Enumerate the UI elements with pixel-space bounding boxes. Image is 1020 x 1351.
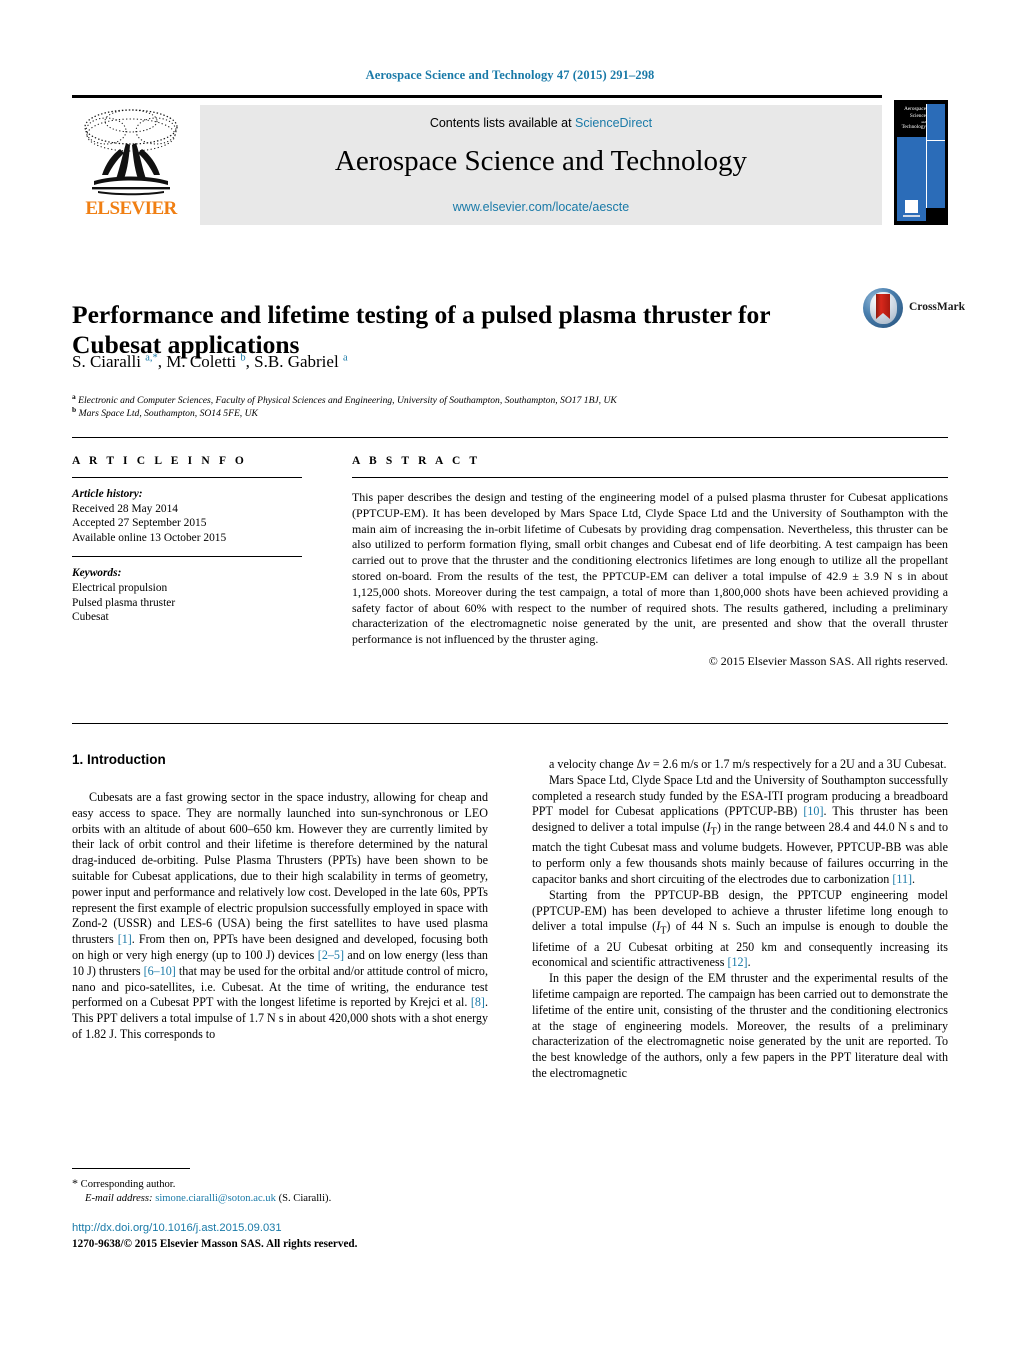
abstract-text: This paper describes the design and test… bbox=[352, 490, 948, 647]
abstract-copyright: © 2015 Elsevier Masson SAS. All rights r… bbox=[708, 653, 948, 668]
masthead-top-rule bbox=[72, 95, 882, 98]
paragraph: Cubesats are a fast growing sector in th… bbox=[72, 790, 488, 1041]
email-link[interactable]: simone.ciaralli@soton.ac.uk bbox=[155, 1193, 276, 1204]
abstract-heading: A B S T R A C T bbox=[352, 455, 481, 467]
band-top-rule bbox=[72, 437, 948, 438]
affiliation-b-text: Mars Space Ltd, Southampton, SO14 5FE, U… bbox=[78, 408, 258, 420]
article-info-separator bbox=[72, 556, 302, 558]
contents-available-line: Contents lists available at ScienceDirec… bbox=[200, 116, 882, 130]
footnote-block: * Corresponding author. E-mail address: … bbox=[72, 1176, 492, 1206]
author-list: S. Ciaralli a,*, M. Coletti b, S.B. Gabr… bbox=[72, 352, 348, 371]
crossmark-circle-icon bbox=[863, 288, 903, 328]
elsevier-logo: ELSEVIER bbox=[72, 105, 190, 225]
article-info-column: A R T I C L E I N F O Article history: R… bbox=[72, 455, 302, 625]
cover-inner: Aerospace Science and Technology bbox=[897, 104, 945, 221]
running-head: Aerospace Science and Technology 47 (201… bbox=[365, 68, 655, 82]
email-note: E-mail address: simone.ciaralli@soton.ac… bbox=[72, 1192, 492, 1206]
journal-masthead: ELSEVIER Contents lists available at Sci… bbox=[72, 95, 948, 230]
sciencedirect-link[interactable]: ScienceDirect bbox=[575, 116, 652, 130]
keywords-group: Keywords: Electrical propulsion Pulsed p… bbox=[72, 566, 302, 624]
journal-cover-thumbnail: Aerospace Science and Technology bbox=[894, 100, 948, 225]
band-bottom-rule bbox=[72, 723, 948, 724]
cover-bottom-block bbox=[926, 208, 945, 221]
journal-title: Aerospace Science and Technology bbox=[334, 145, 748, 177]
history-item: Available online 13 October 2015 bbox=[72, 531, 227, 544]
asterisk-icon: * bbox=[72, 1176, 78, 1190]
body-column-left: Cubesats are a fast growing sector in th… bbox=[72, 790, 488, 1043]
affiliation-marker-a: a bbox=[72, 392, 76, 401]
doi-link[interactable]: http://dx.doi.org/10.1016/j.ast.2015.09.… bbox=[72, 1222, 282, 1234]
keywords-label: Keywords: bbox=[72, 567, 122, 580]
cover-divider-vertical bbox=[926, 104, 928, 221]
elsevier-tree-icon bbox=[84, 109, 178, 196]
contents-prefix: Contents lists available at bbox=[429, 116, 572, 130]
abstract-rule bbox=[352, 477, 948, 478]
cover-logo-base bbox=[903, 215, 920, 217]
body-column-right: a velocity change Δv = 2.6 m/s or 1.7 m/… bbox=[532, 757, 948, 1082]
corresponding-author-text: Corresponding author. bbox=[80, 1179, 176, 1190]
corresponding-author-note: * Corresponding author. bbox=[72, 1176, 492, 1192]
section-heading-introduction: 1. Introduction bbox=[72, 752, 166, 767]
keyword-item: Pulsed plasma thruster bbox=[72, 596, 176, 609]
abstract-column: A B S T R A C T This paper describes the… bbox=[352, 455, 948, 669]
paragraph: a velocity change Δv = 2.6 m/s or 1.7 m/… bbox=[549, 757, 947, 771]
email-label: E-mail address: bbox=[85, 1193, 153, 1204]
paragraph: Mars Space Ltd, Clyde Space Ltd and the … bbox=[532, 772, 948, 886]
issn-copyright-line: 1270-9638/© 2015 Elsevier Masson SAS. Al… bbox=[72, 1238, 358, 1250]
journal-header-box: Contents lists available at ScienceDirec… bbox=[200, 105, 882, 225]
cover-divider-horizontal bbox=[926, 140, 945, 142]
article-history-label: Article history: bbox=[72, 488, 143, 500]
crossmark-label: CrossMark bbox=[909, 301, 966, 313]
email-owner: (S. Ciaralli). bbox=[278, 1193, 332, 1204]
journal-url-link[interactable]: www.elsevier.com/locate/aescte bbox=[200, 200, 882, 214]
footnote-rule bbox=[72, 1168, 190, 1169]
paper-page: Aerospace Science and Technology 47 (201… bbox=[0, 0, 1020, 1351]
paragraph: Starting from the PPTCUP-BB design, the … bbox=[532, 887, 949, 970]
elsevier-wordmark: ELSEVIER bbox=[85, 198, 177, 219]
history-item: Accepted 27 September 2015 bbox=[72, 517, 207, 530]
cover-title-line1: Aerospace bbox=[904, 106, 926, 112]
crossmark-badge[interactable]: CrossMark bbox=[863, 288, 965, 330]
article-info-rule bbox=[72, 477, 302, 478]
keyword-item: Electrical propulsion bbox=[72, 581, 168, 594]
cover-title-text: Aerospace Science and Technology bbox=[897, 106, 927, 131]
keyword-item: Cubesat bbox=[72, 611, 109, 624]
history-item: Received 28 May 2014 bbox=[72, 502, 178, 515]
cover-title-line2: Science bbox=[909, 113, 926, 119]
affiliation-b: b Mars Space Ltd, Southampton, SO14 5FE,… bbox=[72, 403, 832, 420]
article-info-heading: A R T I C L E I N F O bbox=[72, 455, 247, 467]
cover-title-block: Aerospace Science and Technology bbox=[897, 104, 926, 137]
paragraph: In this paper the design of the EM thrus… bbox=[532, 971, 948, 1080]
cover-logo-mark bbox=[905, 200, 918, 213]
article-history-group: Article history: Received 28 May 2014 Ac… bbox=[72, 487, 302, 545]
cover-title-line3: Technology bbox=[901, 124, 926, 130]
affiliation-marker-b: b bbox=[72, 405, 77, 414]
